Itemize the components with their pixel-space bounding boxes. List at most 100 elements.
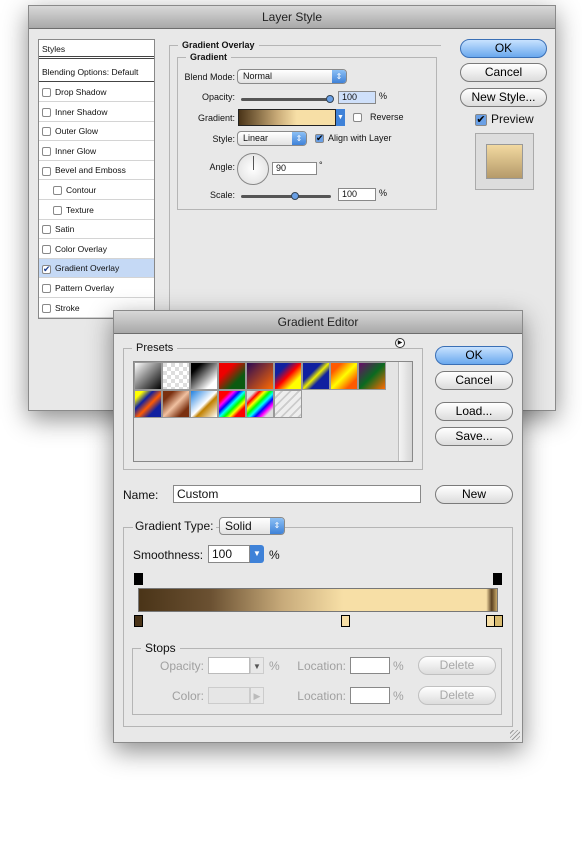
style-item-label: Outer Glow xyxy=(55,126,98,137)
scale-input[interactable]: 100 xyxy=(338,188,376,201)
style-item-inner-shadow[interactable]: Inner Shadow xyxy=(39,103,154,122)
checkbox-icon[interactable] xyxy=(42,88,51,98)
preview-checkbox[interactable]: ✔ Preview xyxy=(475,112,534,126)
checkbox-icon[interactable] xyxy=(42,147,51,157)
blend-mode-value: Normal xyxy=(243,71,273,81)
opacity-stop-left[interactable] xyxy=(134,573,143,585)
color-stop-left[interactable] xyxy=(134,615,143,627)
color-location-label: Location: xyxy=(297,689,346,703)
stop-color-swatch[interactable] xyxy=(208,687,250,704)
style-value: Linear xyxy=(243,133,269,143)
style-item-color-overlay[interactable]: Color Overlay xyxy=(39,240,154,259)
checkbox-icon[interactable] xyxy=(42,245,51,255)
name-input[interactable]: Custom xyxy=(173,485,421,503)
load-button[interactable]: Load... xyxy=(435,402,513,421)
preset-swatch[interactable] xyxy=(218,390,246,418)
slider-thumb[interactable] xyxy=(326,95,334,103)
slider-thumb[interactable] xyxy=(291,192,299,200)
ok-button[interactable]: OK xyxy=(435,346,513,365)
color-location-input[interactable] xyxy=(350,687,390,704)
preset-swatch[interactable] xyxy=(218,362,246,390)
opacity-input[interactable]: 100 xyxy=(338,91,376,104)
style-item-texture[interactable]: Texture xyxy=(39,201,154,220)
cancel-button[interactable]: Cancel xyxy=(460,63,547,82)
preset-swatch[interactable] xyxy=(302,362,330,390)
smoothness-dropdown-icon[interactable]: ▼ xyxy=(250,545,264,563)
save-button[interactable]: Save... xyxy=(435,427,513,446)
checkbox-icon[interactable] xyxy=(42,225,51,235)
align-with-layer-checkbox[interactable]: ✔ Align with Layer xyxy=(315,133,392,144)
style-item-label: Contour xyxy=(66,185,97,195)
preset-swatch[interactable] xyxy=(190,362,218,390)
checkbox-icon[interactable] xyxy=(53,186,62,196)
preset-swatch[interactable] xyxy=(162,390,190,418)
styles-header[interactable]: Styles xyxy=(39,40,154,59)
style-select[interactable]: Linear ⇕ xyxy=(237,131,307,146)
title-bar[interactable]: Gradient Editor xyxy=(114,311,522,334)
stop-color-arrow-icon[interactable]: ▶ xyxy=(250,687,264,704)
style-item-gradient-overlay[interactable]: ✔ Gradient Overlay xyxy=(39,259,154,279)
style-item-outer-glow[interactable]: Outer Glow xyxy=(39,122,154,142)
reverse-label: Reverse xyxy=(370,112,404,122)
style-item-drop-shadow[interactable]: Drop Shadow xyxy=(39,83,154,102)
style-item-contour[interactable]: Contour xyxy=(39,181,154,200)
checkbox-icon[interactable] xyxy=(42,284,51,294)
cancel-button[interactable]: Cancel xyxy=(435,371,513,390)
gradient-dropdown-arrow-icon[interactable]: ▼ xyxy=(336,109,345,126)
new-style-button[interactable]: New Style... xyxy=(460,88,547,107)
stop-opacity-label: Opacity: xyxy=(159,659,204,673)
resize-grip-icon[interactable] xyxy=(510,730,520,740)
opacity-slider[interactable] xyxy=(241,95,334,103)
checkbox-icon[interactable] xyxy=(42,107,51,117)
new-button[interactable]: New xyxy=(435,485,513,504)
preset-swatch[interactable] xyxy=(246,362,274,390)
preset-swatch[interactable] xyxy=(274,390,302,418)
color-stop-right-2[interactable] xyxy=(494,615,503,627)
presets-menu-icon[interactable]: ▶ xyxy=(395,338,405,348)
preset-swatch[interactable] xyxy=(246,390,274,418)
opacity-location-input[interactable] xyxy=(350,657,390,674)
checkbox-icon[interactable] xyxy=(42,303,51,313)
preset-swatch[interactable] xyxy=(162,362,190,390)
opacity-stop-right[interactable] xyxy=(493,573,502,585)
reverse-checkbox[interactable]: Reverse xyxy=(353,112,404,123)
percent-label: % xyxy=(393,689,404,703)
gradient-type-select[interactable]: Solid ⇕ xyxy=(219,517,285,535)
stop-opacity-input[interactable] xyxy=(208,657,250,674)
style-item-pattern-overlay[interactable]: Pattern Overlay xyxy=(39,279,154,298)
style-item-satin[interactable]: Satin xyxy=(39,220,154,240)
style-item-label: Stroke xyxy=(55,302,80,313)
checkbox-icon[interactable] xyxy=(53,205,62,215)
style-item-inner-glow[interactable]: Inner Glow xyxy=(39,142,154,161)
delete-color-stop-button[interactable]: Delete xyxy=(418,686,496,705)
angle-dial[interactable] xyxy=(237,153,269,185)
scale-slider[interactable] xyxy=(241,192,331,200)
preset-swatch[interactable] xyxy=(134,390,162,418)
checkbox-icon[interactable] xyxy=(42,166,51,176)
opacity-location-label: Location: xyxy=(297,659,346,673)
preset-swatch[interactable] xyxy=(330,362,358,390)
presets-scrollbar[interactable] xyxy=(398,362,412,461)
gradient-bar[interactable] xyxy=(138,588,498,612)
blend-mode-select[interactable]: Normal ⇕ xyxy=(237,69,347,84)
gradient-picker[interactable] xyxy=(238,109,336,126)
preset-swatch[interactable] xyxy=(190,390,218,418)
delete-opacity-stop-button[interactable]: Delete xyxy=(418,656,496,675)
angle-input[interactable]: 90 xyxy=(272,162,317,175)
smoothness-input[interactable]: 100 xyxy=(208,545,250,563)
title-bar[interactable]: Layer Style xyxy=(29,6,555,29)
preset-swatch[interactable] xyxy=(274,362,302,390)
ok-button[interactable]: OK xyxy=(460,39,547,58)
checkbox-icon[interactable]: ✔ xyxy=(42,264,51,274)
style-item-label: Drop Shadow xyxy=(55,87,107,97)
preset-swatch[interactable] xyxy=(134,362,162,390)
preset-swatch[interactable] xyxy=(358,362,386,390)
degree-label: ° xyxy=(319,160,323,170)
color-stop-middle[interactable] xyxy=(341,615,350,627)
preview-swatch xyxy=(486,144,523,179)
checkbox-icon[interactable] xyxy=(42,127,51,137)
style-item-bevel-and-emboss[interactable]: Bevel and Emboss xyxy=(39,161,154,181)
gradient-editor-window: Gradient Editor Presets ▶ OK Cancel Load… xyxy=(113,310,523,743)
stop-opacity-dropdown-icon[interactable]: ▼ xyxy=(250,657,264,674)
blending-options[interactable]: Blending Options: Default xyxy=(39,63,154,82)
